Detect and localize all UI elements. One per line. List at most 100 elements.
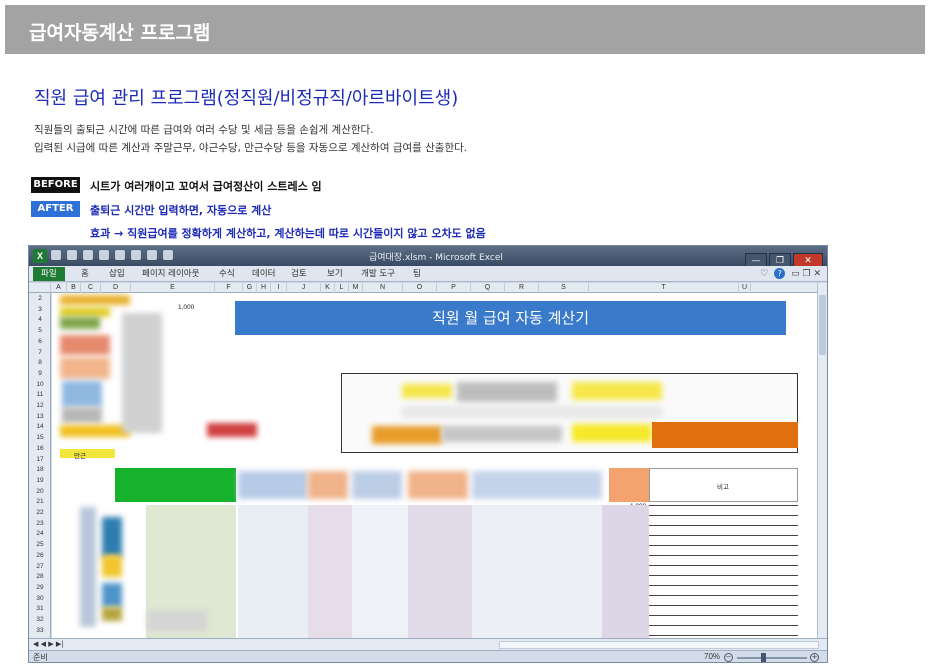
row-header[interactable]: 22 <box>29 509 51 516</box>
column-header[interactable]: D <box>101 283 131 293</box>
row-header[interactable]: 27 <box>29 563 51 570</box>
row-header[interactable]: 32 <box>29 616 51 623</box>
tab-view[interactable]: 보기 <box>327 267 343 281</box>
column-header[interactable]: R <box>505 283 539 293</box>
ribbon-collapse-icon[interactable]: ♡ <box>760 269 768 279</box>
cursor-icon[interactable] <box>99 250 109 260</box>
zoom-out-button[interactable]: − <box>724 653 733 662</box>
row-header[interactable]: 25 <box>29 541 51 548</box>
row-header[interactable]: 4 <box>29 316 51 323</box>
horizontal-scrollbar[interactable] <box>499 641 819 649</box>
table-header-orange <box>609 468 649 502</box>
table-header-green <box>115 468 236 502</box>
blurred-header <box>472 471 602 499</box>
data-column-stripe <box>408 505 472 638</box>
column-header[interactable]: F <box>215 283 243 293</box>
column-header[interactable]: B <box>67 283 81 293</box>
column-header[interactable]: N <box>363 283 403 293</box>
row-header[interactable]: 23 <box>29 520 51 527</box>
column-header[interactable]: H <box>257 283 271 293</box>
effect-text: 효과 → 직원급여를 정확하게 계산하고, 계산하는데 따로 시간들이지 않고 … <box>90 227 486 240</box>
workbook-minimize-icon[interactable]: ▭ <box>791 269 800 279</box>
row-header[interactable]: 7 <box>29 349 51 356</box>
worksheet-grid[interactable]: 1,000 만근 직원 월 급여 자동 계산기 비고 <box>52 293 820 638</box>
tab-developer[interactable]: 개발 도구 <box>361 267 395 281</box>
zoom-slider[interactable] <box>737 657 807 659</box>
tab-review[interactable]: 검토 <box>291 267 307 281</box>
row-header[interactable]: 30 <box>29 595 51 602</box>
row-header[interactable]: 5 <box>29 327 51 334</box>
blurred-column <box>102 517 122 557</box>
column-header[interactable]: E <box>131 283 215 293</box>
row-header[interactable]: 12 <box>29 402 51 409</box>
row-header[interactable]: 9 <box>29 370 51 377</box>
sheet-tab-bar: ◀ ◀ ▶ ▶| <box>29 638 827 650</box>
row-header[interactable]: 19 <box>29 477 51 484</box>
undo-icon[interactable] <box>67 250 77 260</box>
column-header[interactable]: J <box>287 283 321 293</box>
row-header[interactable]: 18 <box>29 466 51 473</box>
row-header[interactable]: 26 <box>29 552 51 559</box>
data-column-stripe <box>472 505 602 638</box>
workbook-close-icon[interactable]: ✕ <box>813 269 821 279</box>
tab-home[interactable]: 홈 <box>81 267 89 281</box>
vertical-scrollbar[interactable] <box>817 283 827 638</box>
row-header[interactable]: 10 <box>29 381 51 388</box>
column-header[interactable]: P <box>437 283 471 293</box>
row-header[interactable]: 17 <box>29 456 51 463</box>
save-icon[interactable] <box>51 250 61 260</box>
row-header[interactable]: 8 <box>29 359 51 366</box>
row-header[interactable]: 21 <box>29 498 51 505</box>
column-header[interactable]: K <box>321 283 335 293</box>
column-header[interactable]: C <box>81 283 101 293</box>
tab-team[interactable]: 팀 <box>413 267 421 281</box>
column-header[interactable]: I <box>271 283 287 293</box>
zoom-in-button[interactable]: + <box>810 653 819 662</box>
row-header[interactable]: 2 <box>29 295 51 302</box>
image-icon[interactable] <box>163 250 173 260</box>
after-badge: AFTER <box>31 201 80 217</box>
column-header[interactable]: T <box>589 283 739 293</box>
row-header[interactable]: 16 <box>29 445 51 452</box>
column-header[interactable]: A <box>51 283 67 293</box>
tab-formulas[interactable]: 수식 <box>219 267 235 281</box>
row-header[interactable]: 11 <box>29 391 51 398</box>
column-header[interactable]: Q <box>471 283 505 293</box>
excel-window-screenshot: X 급여대장.xlsm - Microsoft Excel — ❐ ✕ 파일 홈 삽… <box>28 245 828 663</box>
blurred-cell <box>402 384 452 398</box>
blurred-cell <box>60 307 110 317</box>
column-header[interactable]: L <box>335 283 349 293</box>
column-header[interactable]: S <box>539 283 589 293</box>
row-header[interactable]: 28 <box>29 573 51 580</box>
row-header[interactable]: 24 <box>29 530 51 537</box>
row-header[interactable]: 20 <box>29 488 51 495</box>
tab-page-layout[interactable]: 페이지 레이아웃 <box>142 267 199 281</box>
row-header[interactable]: 6 <box>29 338 51 345</box>
border-icon[interactable] <box>147 250 157 260</box>
row-header[interactable]: 14 <box>29 423 51 430</box>
row-header[interactable]: 31 <box>29 605 51 612</box>
column-header[interactable]: M <box>349 283 363 293</box>
tab-data[interactable]: 데이터 <box>252 267 275 281</box>
vertical-scroll-thumb[interactable] <box>819 295 826 355</box>
zoom-slider-thumb[interactable] <box>761 653 766 662</box>
row-header[interactable]: 15 <box>29 434 51 441</box>
column-header[interactable]: G <box>243 283 257 293</box>
tab-file[interactable]: 파일 <box>33 267 65 281</box>
redo-icon[interactable] <box>83 250 93 260</box>
row-header[interactable]: 13 <box>29 413 51 420</box>
row-header[interactable]: 33 <box>29 627 51 634</box>
workbook-restore-icon[interactable]: ❐ <box>803 269 811 279</box>
tab-insert[interactable]: 삽입 <box>109 267 125 281</box>
help-icon[interactable]: ? <box>774 268 786 279</box>
column-header[interactable]: O <box>403 283 437 293</box>
blurred-cell <box>402 406 662 418</box>
blurred-cell <box>62 407 102 423</box>
column-header[interactable]: U <box>739 283 751 293</box>
table-icon[interactable] <box>115 250 125 260</box>
row-header[interactable]: 3 <box>29 306 51 313</box>
select-all-corner[interactable] <box>29 283 51 293</box>
sheet-nav-arrows[interactable]: ◀ ◀ ▶ ▶| <box>33 640 64 648</box>
row-header[interactable]: 29 <box>29 584 51 591</box>
fill-color-icon[interactable] <box>131 250 141 260</box>
